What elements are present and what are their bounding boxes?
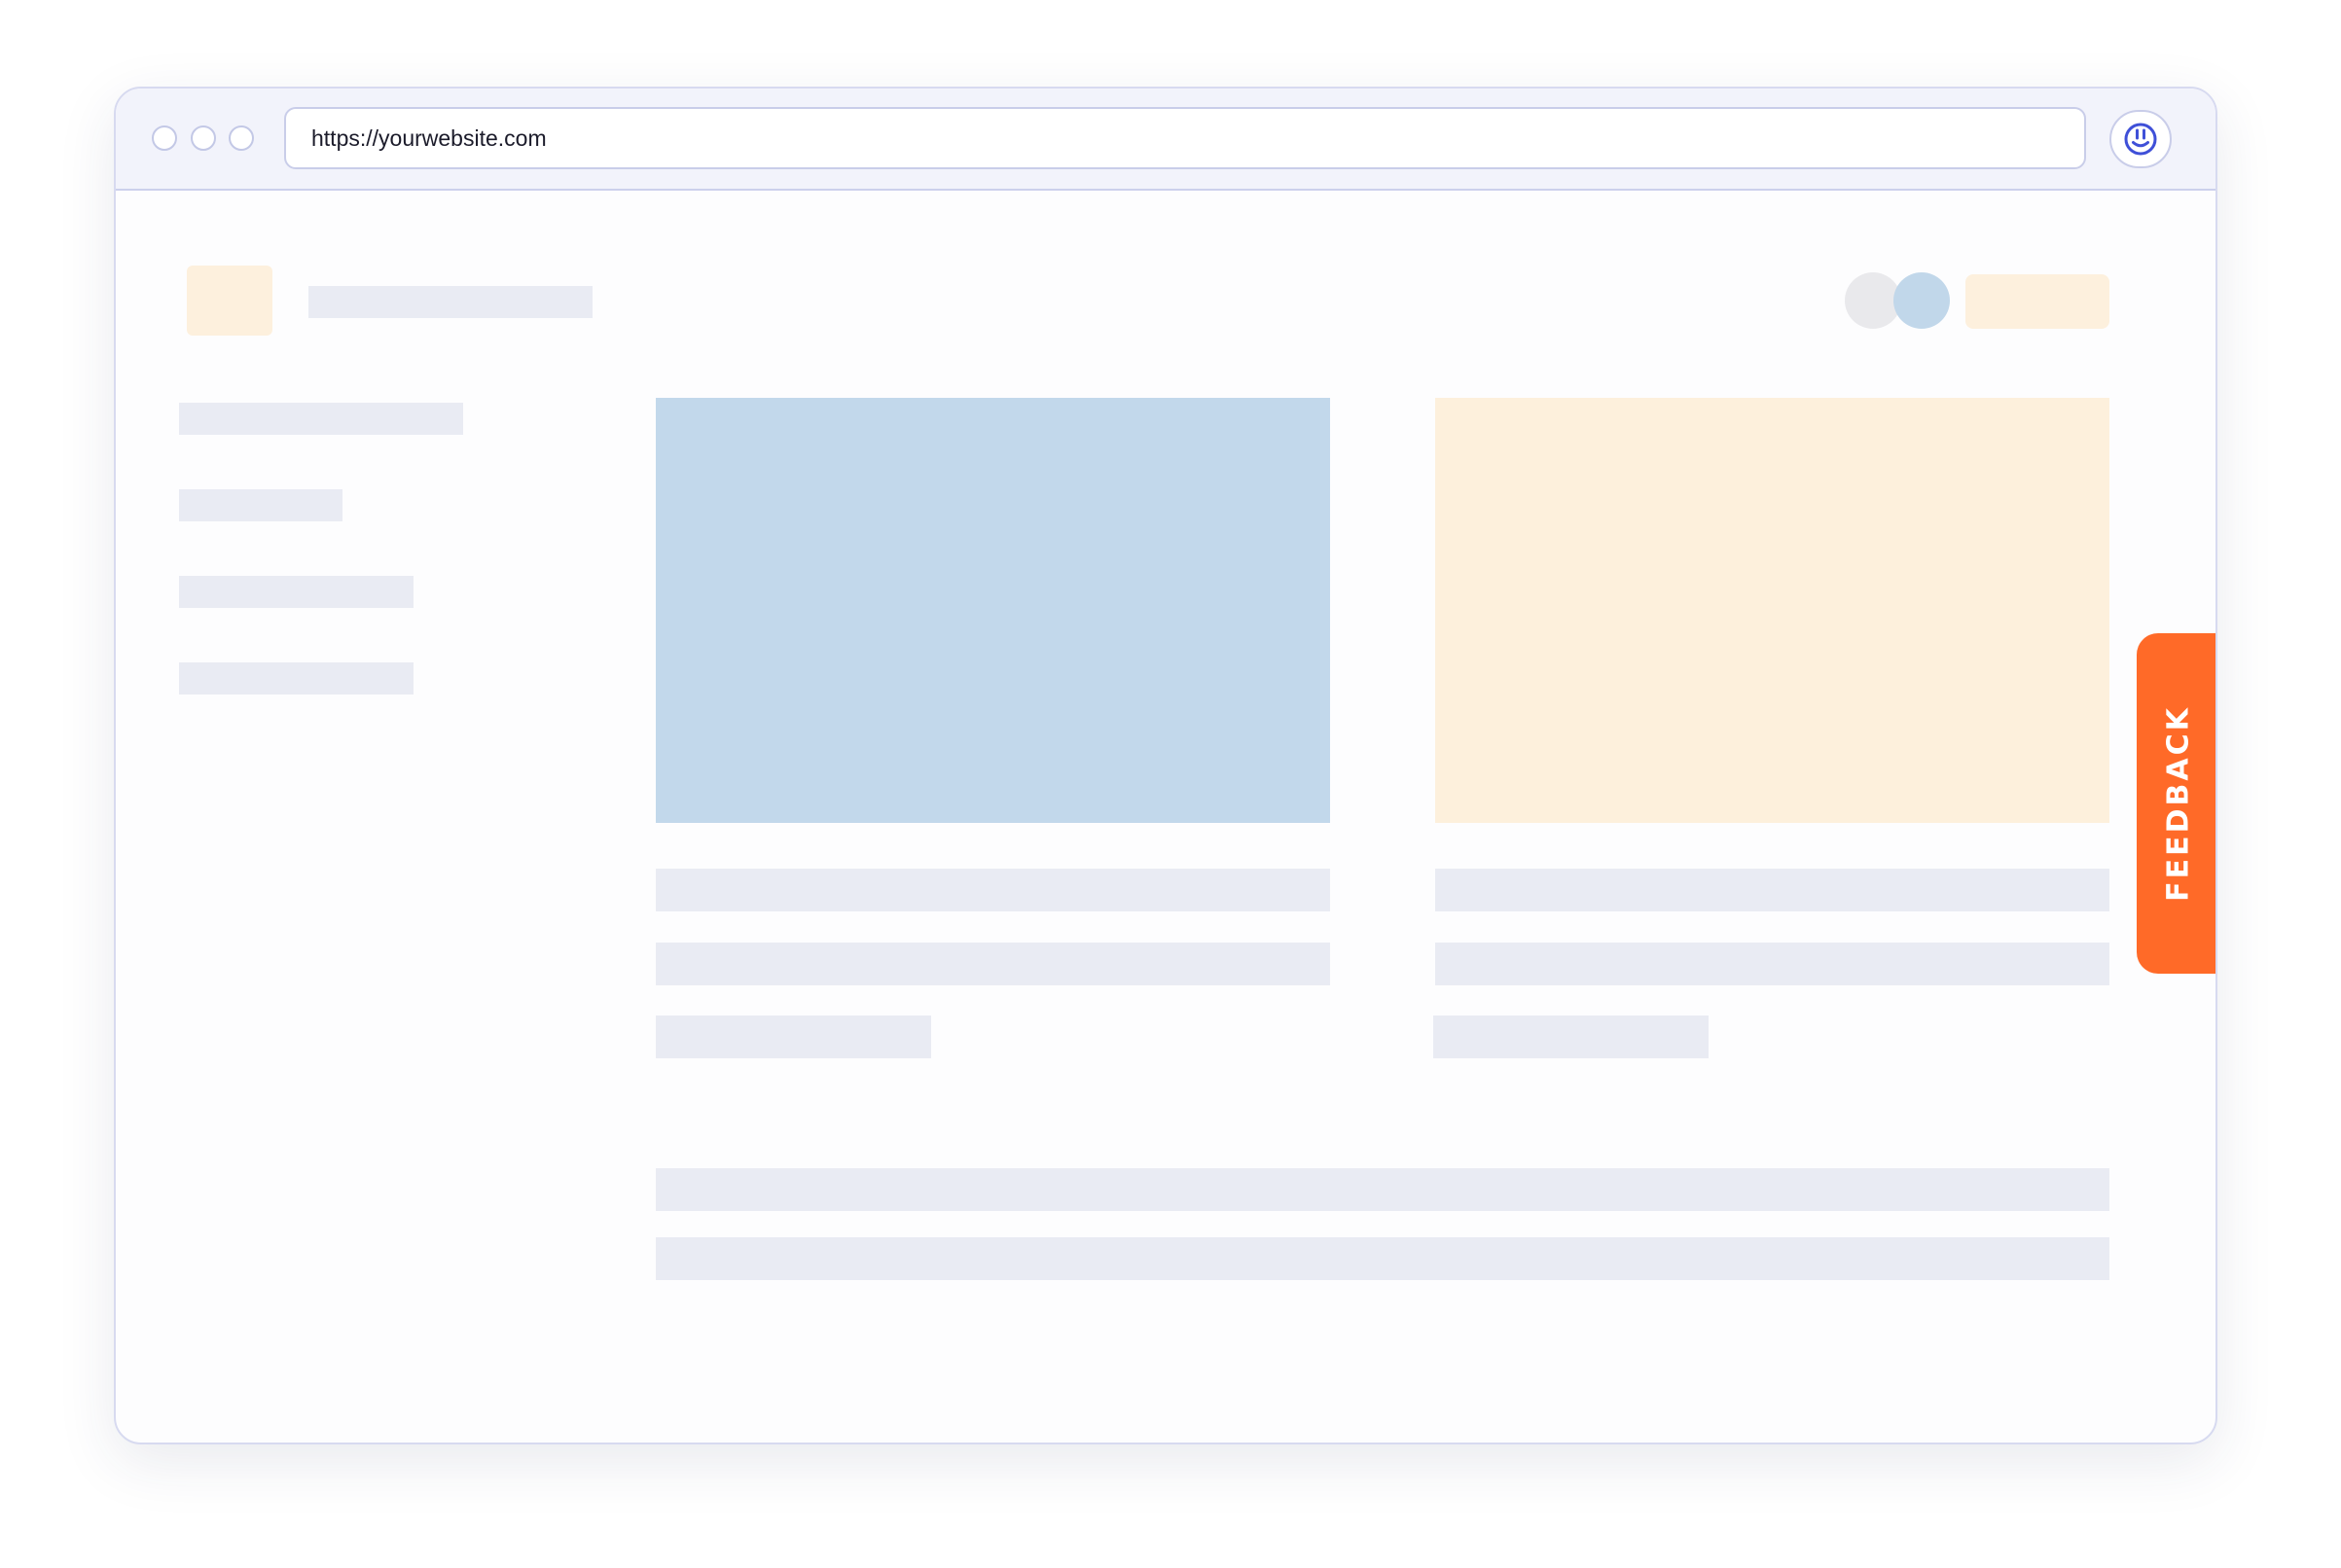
card-image-placeholder: [1435, 398, 2109, 823]
feedback-extension-button[interactable]: [2109, 110, 2172, 168]
address-url[interactable]: https://yourwebsite.com: [311, 125, 547, 152]
feedback-tab-label: FEEDBACK: [2161, 705, 2195, 902]
paragraph-line-placeholder: [656, 1168, 2109, 1211]
card-text-line-placeholder: [1435, 869, 2109, 911]
paragraph-line-placeholder: [656, 1237, 2109, 1280]
header-button-placeholder: [1965, 274, 2109, 329]
sidebar-item-placeholder: [179, 403, 463, 435]
avatar-placeholder: [1893, 272, 1950, 329]
address-bar[interactable]: https://yourwebsite.com: [284, 107, 2086, 169]
site-title-placeholder: [308, 286, 593, 318]
card-text-line-placeholder: [1435, 943, 2109, 985]
window-maximize-button[interactable]: [229, 125, 254, 151]
card-text-line-placeholder: [656, 1016, 931, 1058]
sidebar-item-placeholder: [179, 576, 414, 608]
browser-toolbar: https://yourwebsite.com: [116, 89, 2215, 191]
sidebar-item-placeholder: [179, 662, 414, 695]
card-text-line-placeholder: [1433, 1016, 1709, 1058]
feedback-tab-button[interactable]: FEEDBACK: [2137, 633, 2215, 974]
sidebar-item-placeholder: [179, 489, 342, 521]
site-logo-placeholder: [187, 266, 272, 336]
smiley-feedback-icon: [2124, 123, 2157, 156]
window-close-button[interactable]: [152, 125, 177, 151]
card-text-line-placeholder: [656, 943, 1330, 985]
browser-window: https://yourwebsite.com FEEDBACK: [114, 87, 2217, 1444]
window-minimize-button[interactable]: [191, 125, 216, 151]
card-image-placeholder: [656, 398, 1330, 823]
card-text-line-placeholder: [656, 869, 1330, 911]
